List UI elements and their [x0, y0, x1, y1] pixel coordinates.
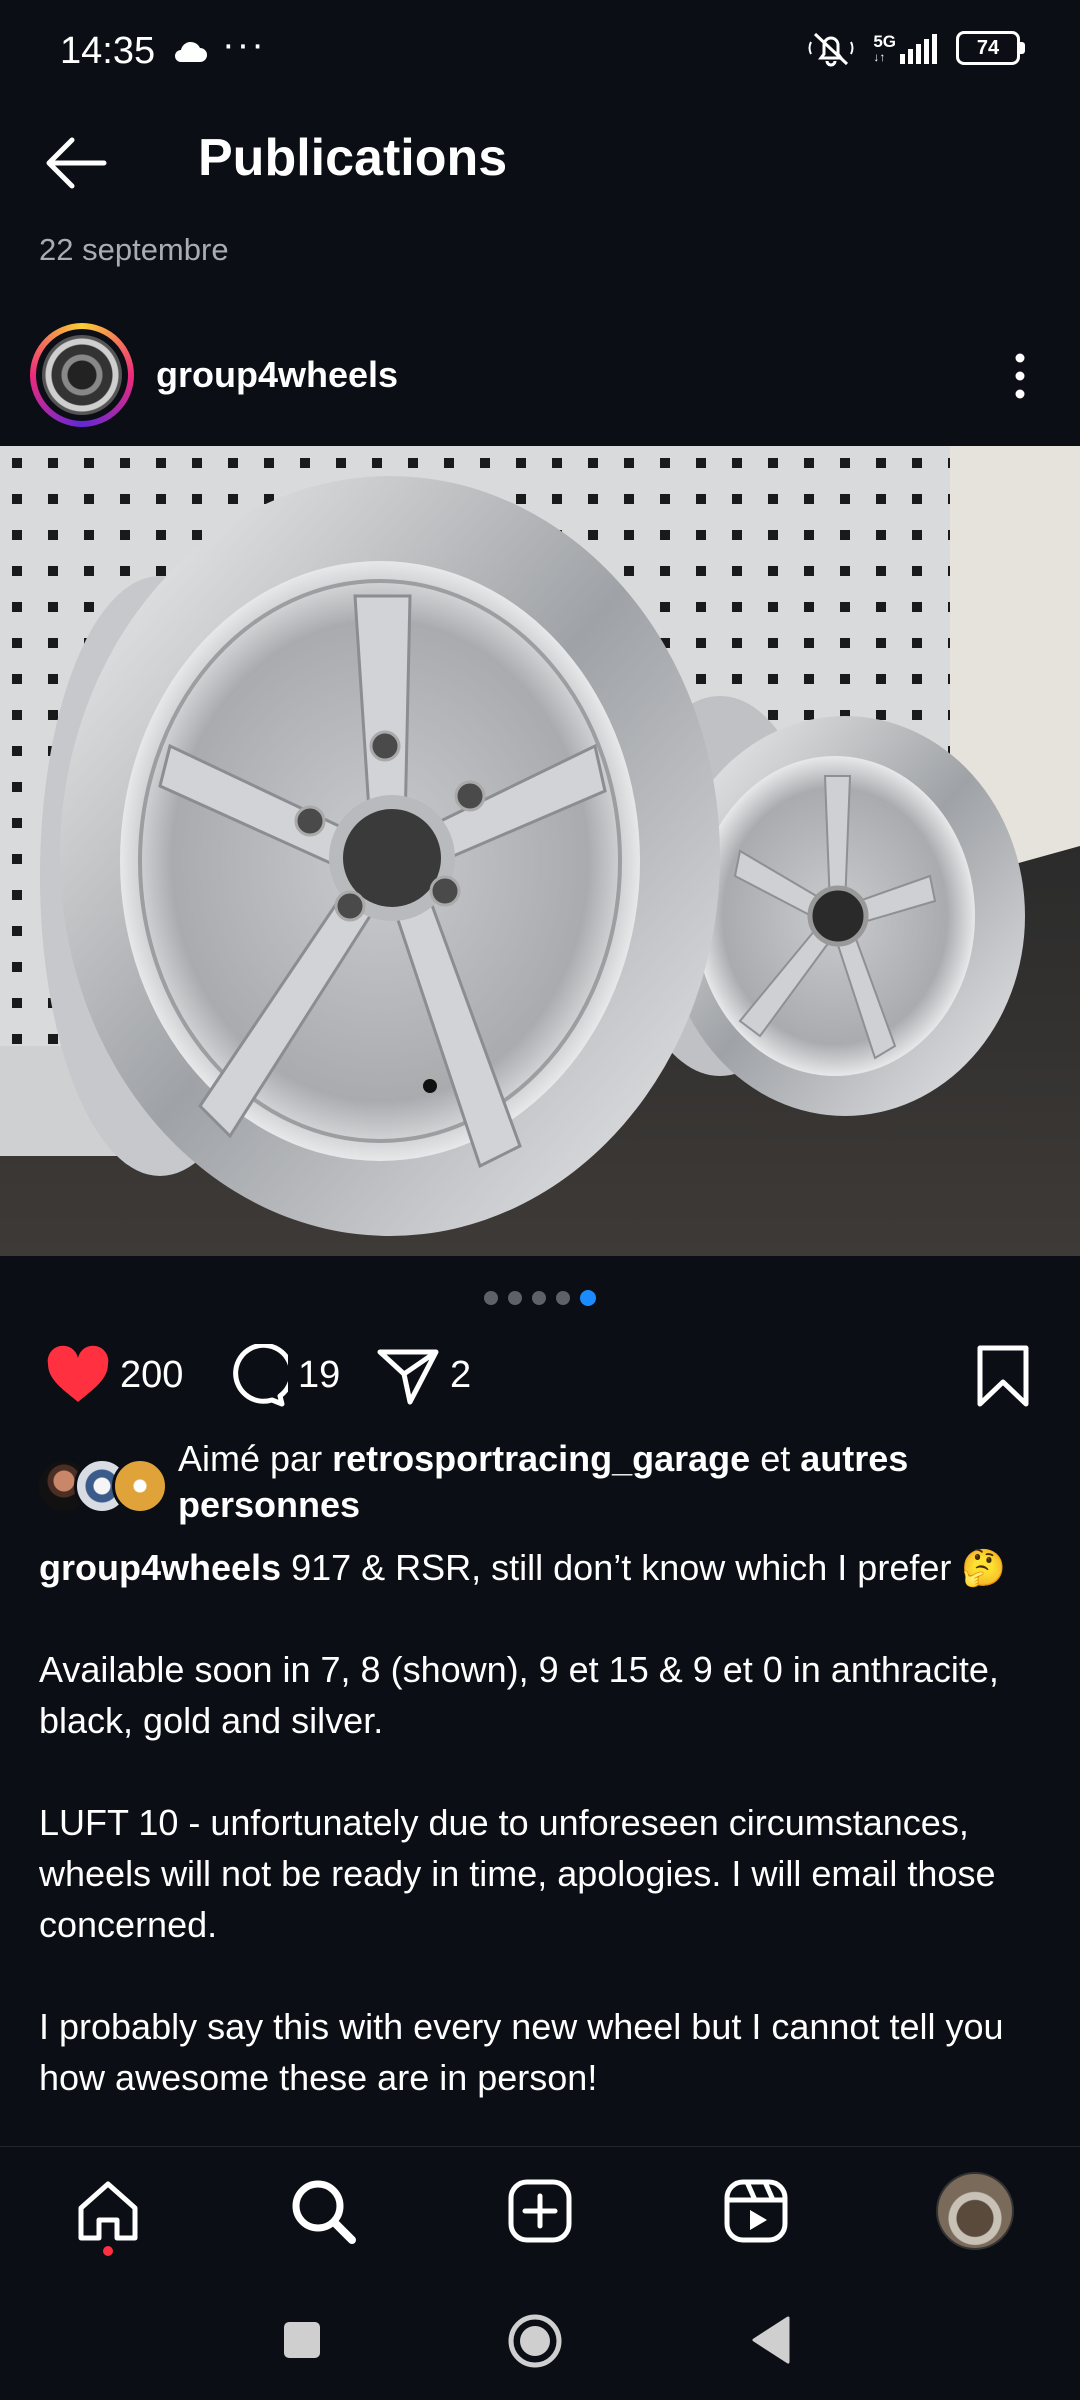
caption-para2: Available soon in 7, 8 (shown), 9 et 15 … [39, 1649, 999, 1741]
search-icon[interactable] [288, 2176, 358, 2246]
back-button[interactable] [750, 2316, 790, 2364]
comment-icon[interactable] [222, 1344, 288, 1408]
status-bar: 14:35 ··· 5G ↓↑ 74 [0, 0, 1080, 110]
comment-count[interactable]: 19 [298, 1354, 340, 1397]
caption-para4: I probably say this with every new wheel… [39, 2006, 1004, 2098]
liked-by-user[interactable]: retrosportracing_garage [332, 1438, 750, 1479]
avatar [112, 1458, 168, 1514]
home-notification-dot [103, 2246, 113, 2256]
reels-icon[interactable] [721, 2176, 791, 2246]
avatar[interactable] [42, 335, 122, 415]
like-count[interactable]: 200 [120, 1354, 183, 1397]
mute-icon [808, 32, 854, 67]
post-username[interactable]: group4wheels [156, 354, 398, 396]
back-arrow-icon[interactable] [40, 130, 112, 196]
signal-icon: 5G ↓↑ [873, 33, 938, 64]
overflow-dots-icon: ··· [222, 24, 266, 66]
cloud-icon [175, 41, 207, 62]
page-title: Publications [198, 129, 508, 187]
create-icon[interactable] [505, 2176, 575, 2246]
profile-avatar[interactable] [936, 2172, 1014, 2250]
share-count[interactable]: 2 [450, 1354, 471, 1397]
like-heart-icon[interactable] [44, 1344, 112, 1406]
carousel-dot [484, 1291, 498, 1305]
network-type: 5G [873, 31, 896, 51]
carousel-dot [508, 1291, 522, 1305]
liked-by-middle: et [750, 1438, 801, 1479]
liked-by-text[interactable]: Aimé par retrosportracing_garage et autr… [178, 1436, 1038, 1528]
status-right-group: 5G ↓↑ 74 [807, 28, 1025, 68]
carousel-indicator [484, 1290, 596, 1306]
wheels-photo [0, 446, 1080, 1256]
system-nav-bar [0, 2272, 1080, 2400]
battery-icon: 74 [956, 31, 1025, 65]
post-date: 22 septembre [39, 232, 229, 267]
more-options-icon[interactable] [1000, 348, 1040, 404]
recents-button[interactable] [282, 2320, 322, 2360]
caption-line1: 917 & RSR, still don’t know which I pref… [281, 1547, 1007, 1588]
liker-avatars[interactable] [36, 1458, 168, 1514]
home-icon[interactable] [73, 2176, 143, 2246]
home-button[interactable] [506, 2312, 564, 2370]
post-caption: group4wheels 917 & RSR, still don’t know… [39, 1542, 1049, 2103]
post-image[interactable] [0, 446, 1080, 1256]
carousel-dot [556, 1291, 570, 1305]
share-icon[interactable] [376, 1346, 440, 1406]
bookmark-icon[interactable] [974, 1344, 1032, 1408]
status-time: 14:35 [60, 30, 156, 72]
carousel-dot [532, 1291, 546, 1305]
liked-by-prefix: Aimé par [178, 1438, 333, 1479]
battery-level: 74 [976, 36, 1000, 59]
caption-username[interactable]: group4wheels [39, 1547, 281, 1588]
caption-para3: LUFT 10 - unfortunately due to unforesee… [39, 1802, 996, 1945]
carousel-dot-active [580, 1290, 596, 1306]
